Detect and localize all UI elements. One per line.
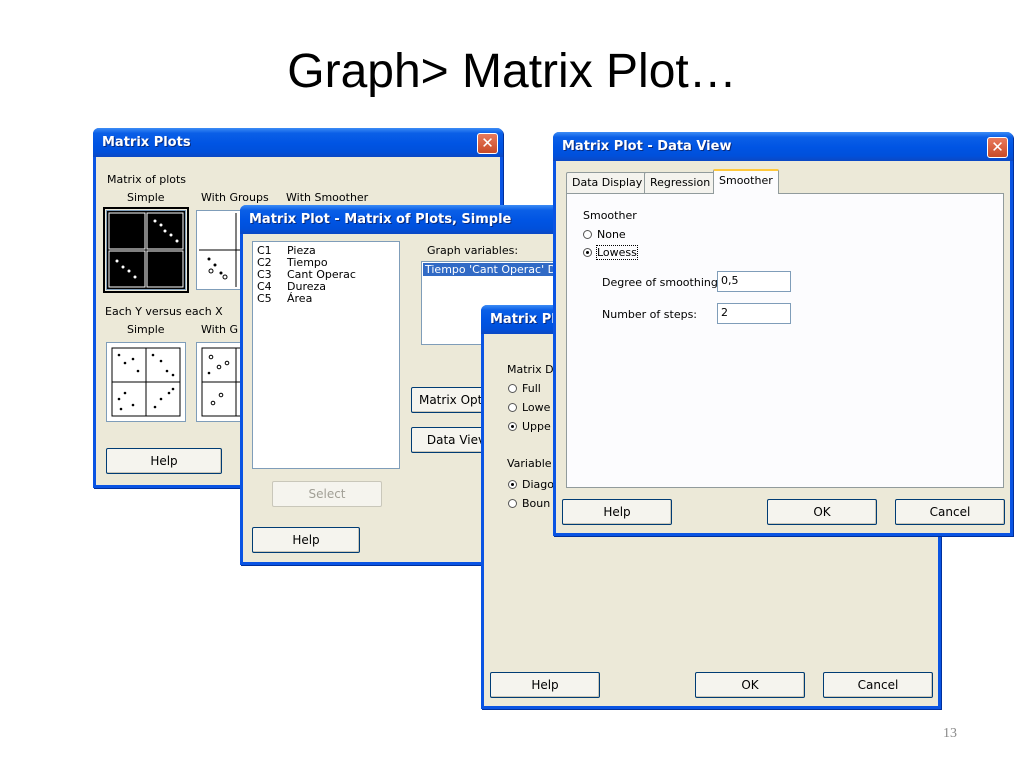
ok-button[interactable]: OK xyxy=(695,672,805,698)
radio-icon xyxy=(508,499,517,508)
option-boundary[interactable]: Boun xyxy=(508,497,550,510)
tab-data-display[interactable]: Data Display xyxy=(566,172,649,193)
matrix-display-label: Matrix Di xyxy=(507,363,557,376)
slide-title: Graph> Matrix Plot… xyxy=(287,45,737,98)
help-button[interactable]: Help xyxy=(562,499,672,525)
degree-smoothing-label: Degree of smoothing: xyxy=(602,276,722,289)
section-each-y-vs-x-label: Each Y versus each X xyxy=(105,305,223,318)
option-lower[interactable]: Lowe xyxy=(508,401,550,414)
variable-label-section: Variable l xyxy=(507,457,559,470)
simple2-label: Simple xyxy=(127,323,165,336)
close-icon[interactable]: ✕ xyxy=(477,133,498,154)
help-button[interactable]: Help xyxy=(490,672,600,698)
option-diagonal[interactable]: Diago xyxy=(508,478,554,491)
radio-selected-icon xyxy=(508,422,517,431)
option-upper[interactable]: Uppe xyxy=(508,420,551,433)
help-button[interactable]: Help xyxy=(252,527,360,553)
number-steps-input[interactable]: 2 xyxy=(717,303,791,324)
each-y-x-simple-thumbnail[interactable] xyxy=(106,342,186,422)
tab-regression[interactable]: Regression xyxy=(644,172,717,193)
window-title: Matrix Plots xyxy=(102,135,191,150)
with-groups2-label: With G xyxy=(201,323,238,336)
radio-selected-icon xyxy=(583,248,592,257)
tab-smoother[interactable]: Smoother xyxy=(713,169,779,194)
option-full[interactable]: Full xyxy=(508,382,541,395)
radio-selected-icon xyxy=(508,480,517,489)
help-button[interactable]: Help xyxy=(106,448,222,474)
with-groups-label: With Groups xyxy=(201,191,269,204)
ok-button[interactable]: OK xyxy=(767,499,877,525)
degree-smoothing-input[interactable]: 0,5 xyxy=(717,271,791,292)
radio-icon xyxy=(508,403,517,412)
graph-variables-label: Graph variables: xyxy=(427,244,519,257)
option-none[interactable]: None xyxy=(583,228,626,241)
with-smoother-label: With Smoother xyxy=(286,191,369,204)
window-title: Matrix Plot - Matrix of Plots, Simple xyxy=(249,212,512,227)
matrix-simple-thumbnail[interactable] xyxy=(103,207,189,293)
number-steps-label: Number of steps: xyxy=(602,308,698,321)
title-bar[interactable]: Matrix Plots ✕ xyxy=(93,128,503,157)
cancel-button[interactable]: Cancel xyxy=(823,672,933,698)
column-list[interactable]: C1 Pieza C2 Tiempo C3 Cant Operac C4 Dureza … xyxy=(252,241,400,469)
cancel-button[interactable]: Cancel xyxy=(895,499,1005,525)
column-item[interactable]: C5 Área xyxy=(257,293,356,305)
page-number: 13 xyxy=(943,726,957,741)
radio-icon xyxy=(508,384,517,393)
smoother-group-label: Smoother xyxy=(583,209,637,222)
title-bar[interactable]: Matrix Plot - Matrix of Plots, Simple xyxy=(240,205,580,234)
option-lowess[interactable]: Lowess xyxy=(583,245,638,260)
close-icon[interactable]: ✕ xyxy=(987,137,1008,158)
title-bar[interactable]: Matrix Plot - Data View ✕ xyxy=(553,132,1013,161)
section-matrix-of-plots-label: Matrix of plots xyxy=(107,173,187,186)
select-button[interactable]: Select xyxy=(272,481,382,507)
radio-icon xyxy=(583,230,592,239)
data-view-dialog: Matrix Plot - Data View ✕ Data Display R… xyxy=(553,132,1013,536)
window-title: Matrix Plot - Data View xyxy=(562,139,732,154)
simple-label: Simple xyxy=(127,191,165,204)
smoother-panel: Smoother None Lowess Degree of smoothing… xyxy=(566,193,1004,488)
